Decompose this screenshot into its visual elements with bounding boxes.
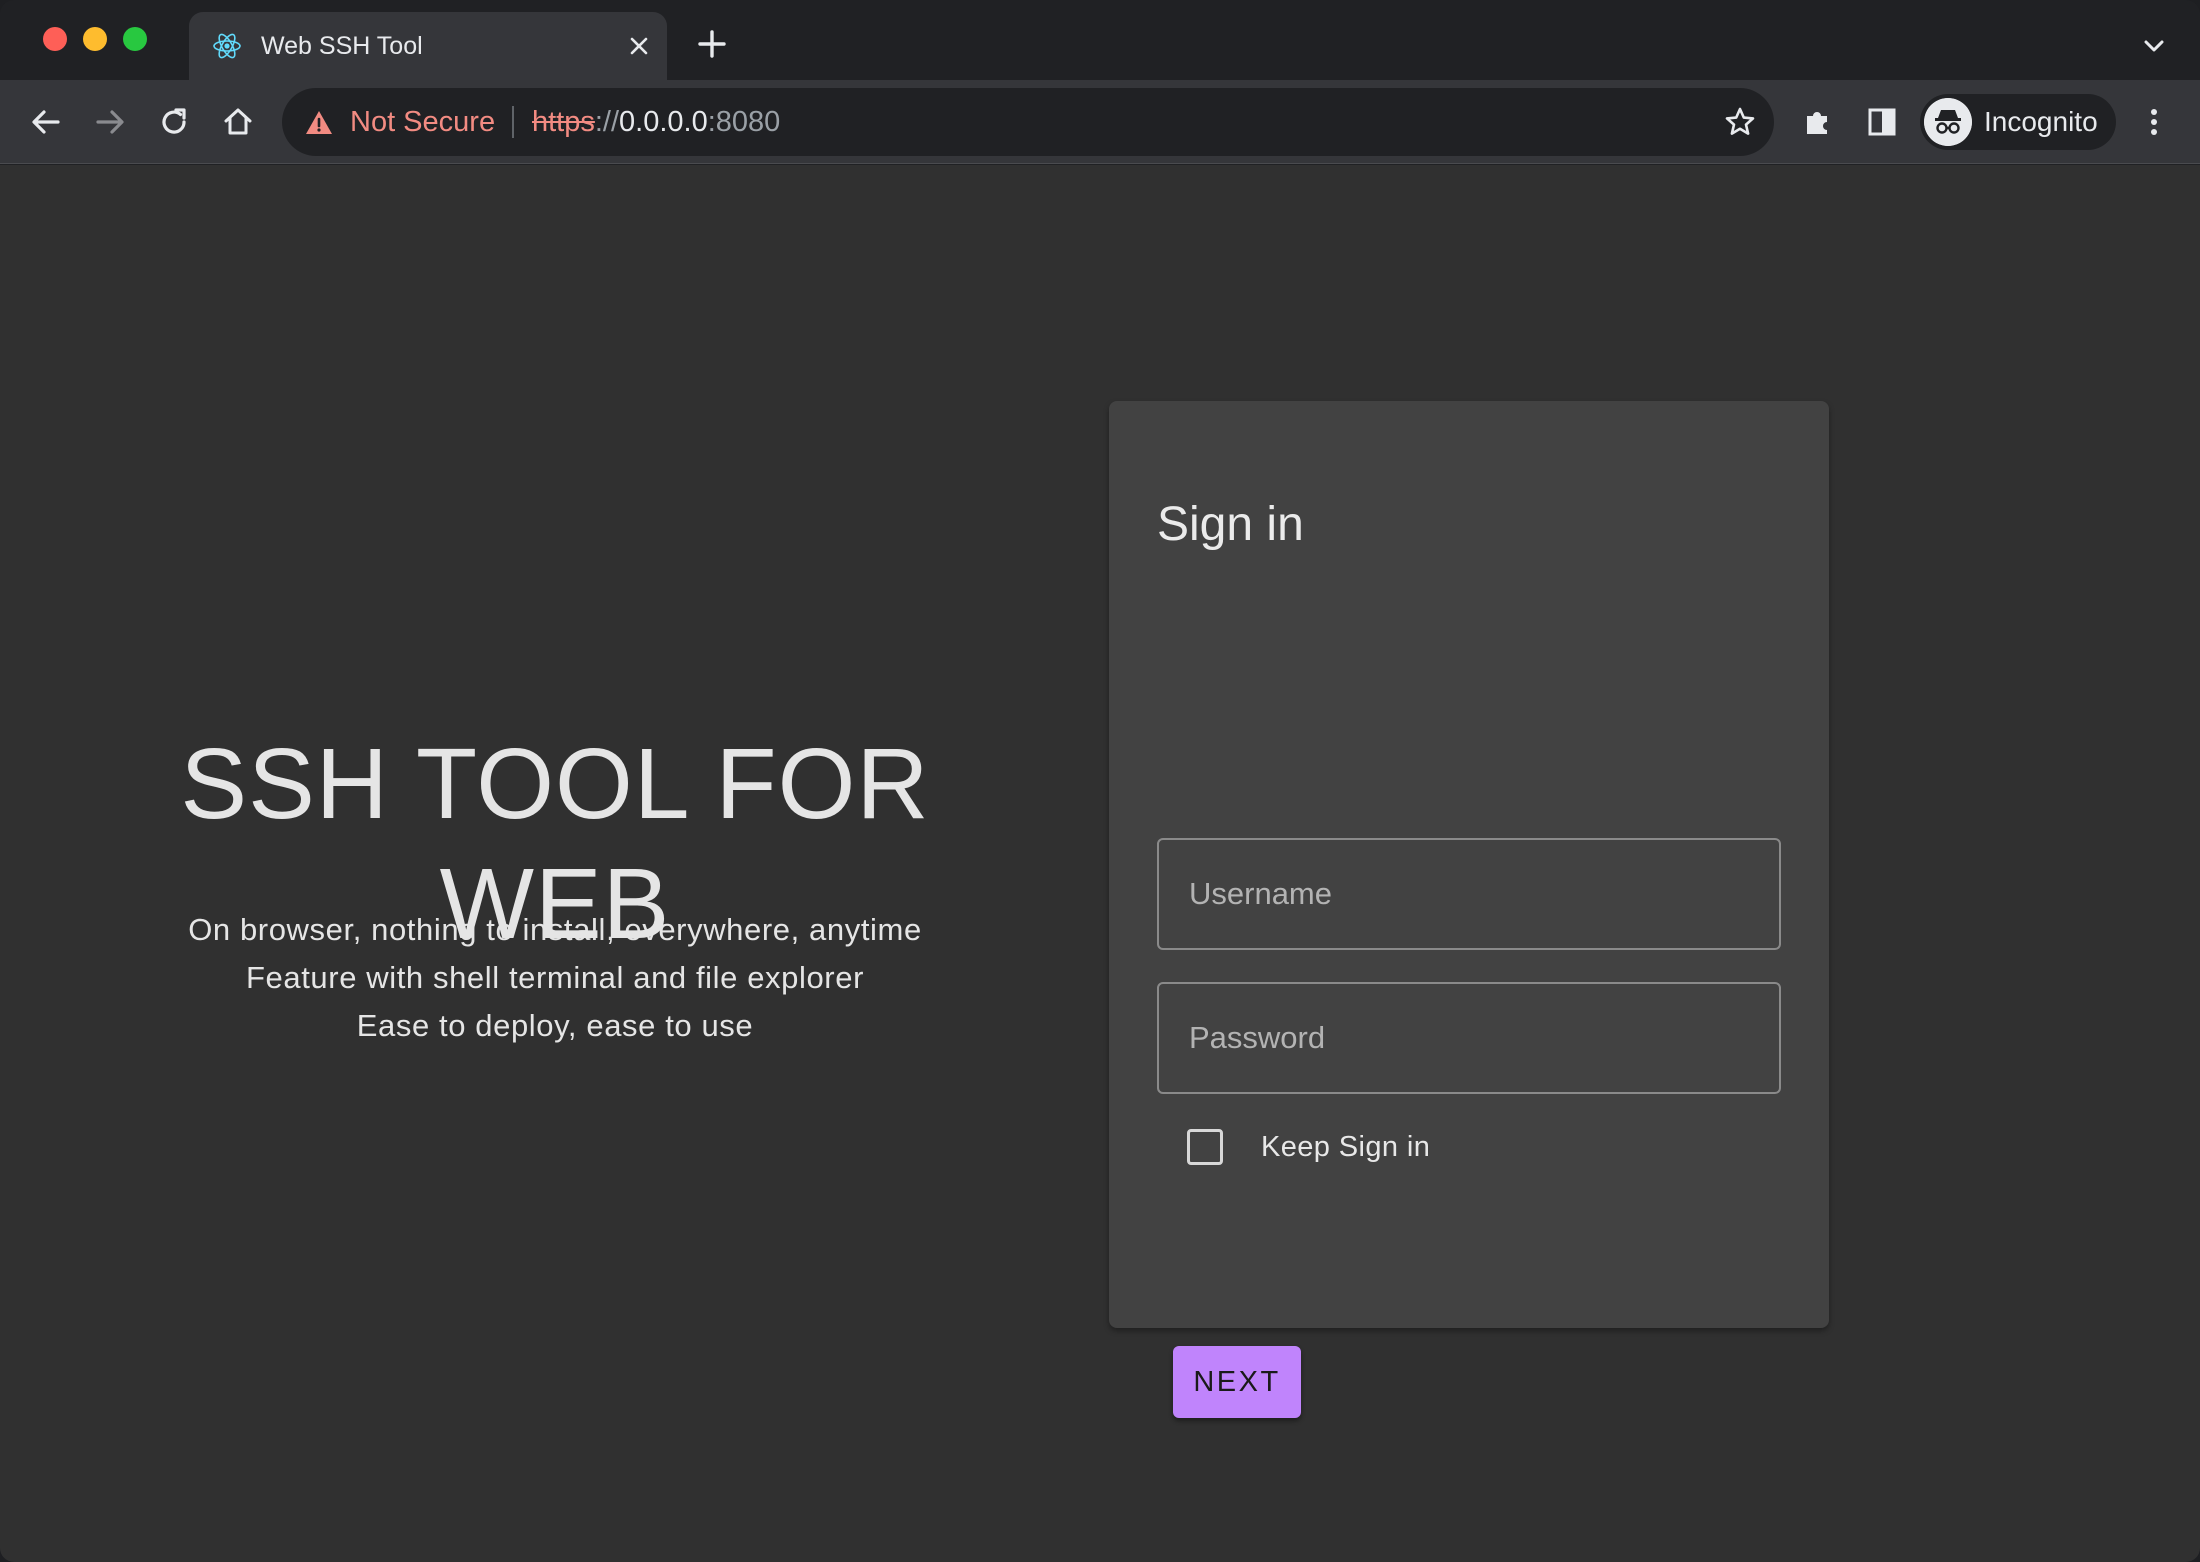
- browser-window: Web SSH Tool Not Secure https://0.0.0.0:…: [0, 0, 2200, 1562]
- tab-close-icon[interactable]: [621, 28, 657, 64]
- url-separator: ://: [594, 106, 620, 138]
- hero-line-1: On browser, nothing to install, everywhe…: [188, 912, 922, 947]
- address-bar[interactable]: Not Secure https://0.0.0.0:8080: [282, 88, 1774, 156]
- tab-title: Web SSH Tool: [261, 32, 423, 60]
- browser-toolbar: Not Secure https://0.0.0.0:8080 Incognit…: [0, 80, 2200, 164]
- keep-signed-in-checkbox[interactable]: [1187, 1129, 1223, 1165]
- url-text[interactable]: https://0.0.0.0:8080: [532, 104, 780, 140]
- next-button[interactable]: NEXT: [1173, 1346, 1301, 1418]
- incognito-icon: [1924, 98, 1972, 146]
- forward-arrow-icon[interactable]: [88, 100, 132, 144]
- side-panel-icon[interactable]: [1860, 100, 1904, 144]
- more-menu-icon[interactable]: [2132, 100, 2176, 144]
- address-bar-divider: [512, 106, 514, 138]
- home-icon[interactable]: [216, 100, 260, 144]
- window-minimize-button[interactable]: [83, 27, 107, 51]
- new-tab-plus-icon[interactable]: [690, 22, 734, 66]
- page-content: SSH TOOL FOR WEB On browser, nothing to …: [0, 165, 2200, 1562]
- incognito-profile-button[interactable]: Incognito: [1920, 94, 2116, 150]
- signin-title: Sign in: [1157, 498, 1304, 551]
- username-input[interactable]: [1159, 840, 1779, 948]
- bookmark-star-icon[interactable]: [1722, 104, 1758, 140]
- password-field[interactable]: [1157, 982, 1781, 1094]
- security-status-label[interactable]: Not Secure: [350, 104, 495, 140]
- url-scheme: https: [532, 106, 595, 138]
- back-arrow-icon[interactable]: [24, 100, 68, 144]
- reload-icon[interactable]: [152, 100, 196, 144]
- window-maximize-button[interactable]: [123, 27, 147, 51]
- extensions-puzzle-icon[interactable]: [1796, 100, 1840, 144]
- url-port: :8080: [707, 106, 781, 138]
- signin-card: Sign in Keep Sign in NEXT: [1109, 401, 1829, 1418]
- tab-search-chevron-down-icon[interactable]: [2136, 28, 2172, 64]
- tab-strip: Web SSH Tool: [0, 0, 2200, 80]
- window-close-button[interactable]: [43, 27, 67, 51]
- browser-tab-active[interactable]: Web SSH Tool: [189, 12, 667, 80]
- warning-triangle-icon[interactable]: [304, 108, 334, 138]
- username-field[interactable]: [1157, 838, 1781, 950]
- password-input[interactable]: [1159, 984, 1779, 1092]
- keep-signed-in-label[interactable]: Keep Sign in: [1261, 1129, 1430, 1165]
- react-atom-icon: [213, 33, 241, 59]
- url-host: 0.0.0.0: [619, 106, 708, 138]
- profile-label: Incognito: [1984, 106, 2098, 137]
- hero-line-2: Feature with shell terminal and file exp…: [246, 960, 864, 995]
- hero-line-3: Ease to deploy, ease to use: [356, 1008, 754, 1043]
